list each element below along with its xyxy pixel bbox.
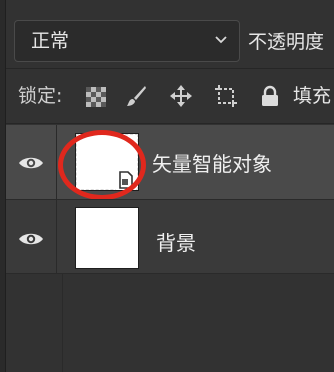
- blend-mode-value: 正常: [31, 30, 70, 52]
- chevron-down-icon: [215, 36, 227, 44]
- lock-label: 锁定:: [18, 85, 63, 107]
- divider: [6, 123, 334, 124]
- lock-artboard-icon[interactable]: [214, 84, 238, 108]
- eye-icon[interactable]: [18, 231, 44, 247]
- divider: [6, 68, 334, 69]
- layer-name: 矢量智能对象: [152, 152, 272, 176]
- opacity-label: 不透明度: [248, 31, 325, 53]
- lock-image-pixels-icon[interactable]: [124, 84, 148, 108]
- visibility-separator: [56, 200, 57, 274]
- annotation-circle: [58, 130, 146, 200]
- visibility-separator: [56, 125, 57, 199]
- blend-mode-select[interactable]: 正常: [14, 20, 240, 62]
- fill-label: 填充: [293, 85, 332, 107]
- layers-empty-area: [6, 274, 334, 372]
- lock-all-icon[interactable]: [258, 84, 282, 108]
- layers-panel: 正常 不透明度 锁定: 填充 矢量智能对象 背景: [0, 0, 334, 372]
- visibility-separator: [62, 274, 63, 372]
- eye-icon[interactable]: [18, 155, 44, 171]
- layer-thumbnail[interactable]: [75, 207, 139, 269]
- layer-name: 背景: [156, 231, 196, 255]
- lock-transparent-pixels-icon[interactable]: [84, 85, 108, 109]
- lock-position-icon[interactable]: [169, 84, 193, 108]
